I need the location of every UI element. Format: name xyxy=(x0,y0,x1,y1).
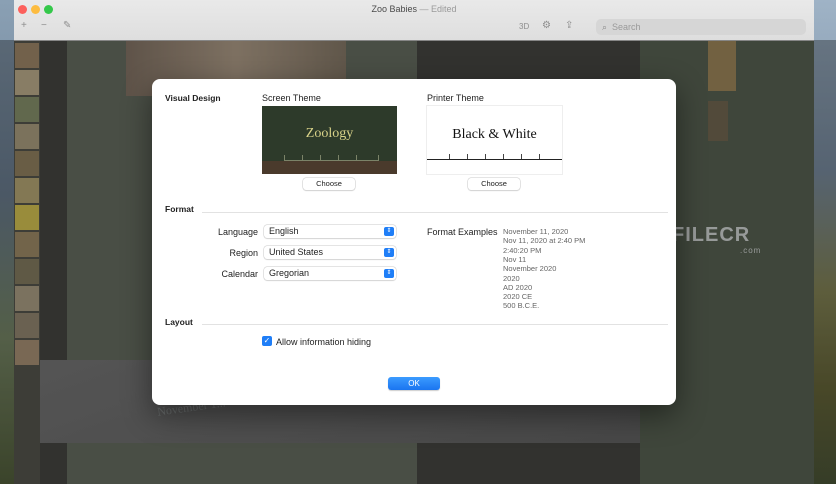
format-example: Nov 11 xyxy=(503,255,527,264)
add-icon[interactable]: + xyxy=(21,20,27,31)
search-icon: ⌕ xyxy=(602,22,608,32)
language-select[interactable]: English ⇕ xyxy=(264,225,396,238)
edited-indicator: — Edited xyxy=(419,4,457,14)
format-example: 2020 CE xyxy=(503,292,533,301)
allow-information-hiding-label: Allow information hiding xyxy=(276,337,372,347)
window-title: Zoo Babies — Edited xyxy=(14,4,814,14)
region-value: United States xyxy=(269,247,324,257)
format-example: AD 2020 xyxy=(503,283,533,292)
gear-icon[interactable]: ⚙ xyxy=(542,20,551,31)
printer-theme-preview[interactable]: Black & White xyxy=(427,106,562,174)
calendar-value: Gregorian xyxy=(269,268,310,278)
screen-theme-band xyxy=(262,161,397,174)
layout-divider xyxy=(202,324,668,325)
document-settings-dialog: Visual Design Screen Theme Zoology Choos… xyxy=(152,79,676,405)
printer-theme-name: Black & White xyxy=(452,127,537,142)
layout-heading: Layout xyxy=(165,317,193,327)
format-example: Nov 11, 2020 at 2:40 PM xyxy=(503,236,586,245)
format-example: November 11, 2020 xyxy=(503,227,569,236)
3d-view-button[interactable]: 3D xyxy=(519,22,529,31)
ok-button[interactable]: OK xyxy=(388,377,440,390)
format-examples-label: Format Examples xyxy=(427,227,498,237)
remove-icon[interactable]: − xyxy=(41,20,47,31)
calendar-label: Calendar xyxy=(221,269,258,279)
language-value: English xyxy=(269,226,299,236)
choose-printer-theme-button[interactable]: Choose xyxy=(468,178,520,190)
search-field[interactable]: ⌕ Search xyxy=(596,19,806,35)
select-stepper-icon: ⇕ xyxy=(384,248,394,257)
printer-theme-label: Printer Theme xyxy=(427,93,484,103)
screen-theme-ruler xyxy=(284,154,379,161)
visual-design-heading: Visual Design xyxy=(165,93,221,103)
language-label: Language xyxy=(217,227,258,237)
screen-theme-name: Zoology xyxy=(305,126,354,141)
share-icon[interactable]: ⇪ xyxy=(565,20,573,31)
format-example: 2020 xyxy=(503,274,520,283)
region-label: Region xyxy=(229,248,258,258)
select-stepper-icon: ⇕ xyxy=(384,269,394,278)
format-example: 2:40:20 PM xyxy=(503,246,542,255)
format-example: November 2020 xyxy=(503,264,557,273)
title-bar: Zoo Babies — Edited + − ✎ 3D ⚙ ⇪ ⌕ Search xyxy=(14,0,814,41)
format-example: 500 B.C.E. xyxy=(503,301,540,310)
format-divider xyxy=(202,212,668,213)
search-placeholder: Search xyxy=(612,22,641,32)
screen-theme-label: Screen Theme xyxy=(262,93,321,103)
allow-information-hiding-checkbox[interactable]: ✓ xyxy=(262,336,272,346)
calendar-select[interactable]: Gregorian ⇕ xyxy=(264,267,396,280)
choose-screen-theme-button[interactable]: Choose xyxy=(303,178,355,190)
document-name: Zoo Babies xyxy=(371,4,417,14)
format-heading: Format xyxy=(165,204,194,214)
select-stepper-icon: ⇕ xyxy=(384,227,394,236)
screen-theme-preview[interactable]: Zoology xyxy=(262,106,397,174)
printer-theme-ruler xyxy=(427,159,562,160)
region-select[interactable]: United States ⇕ xyxy=(264,246,396,259)
markup-icon[interactable]: ✎ xyxy=(63,20,71,31)
